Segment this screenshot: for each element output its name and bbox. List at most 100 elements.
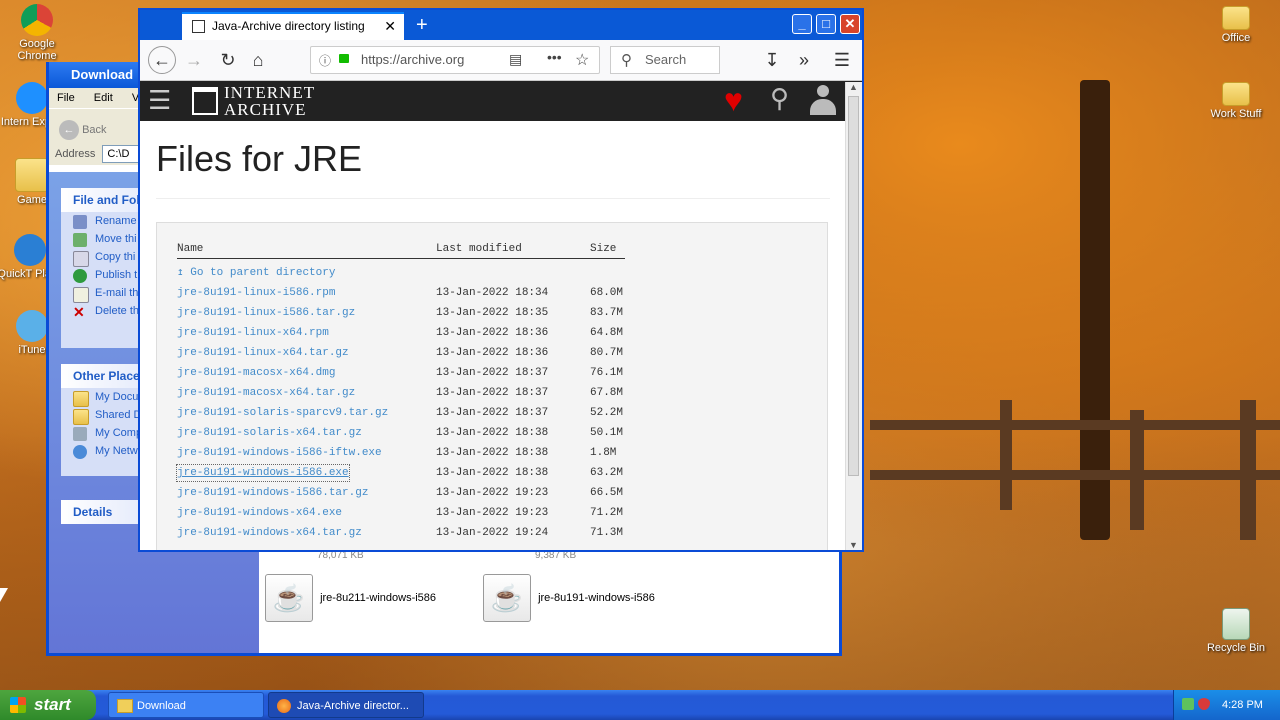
file-link[interactable]: jre-8u191-macosx-x64.tar.gz [177,385,355,401]
parent-link[interactable]: Go to parent directory [190,267,335,279]
place-label: My Netw [95,445,138,457]
taskbar-button-browser[interactable]: Java-Archive director... [268,692,424,718]
home-icon[interactable]: ⌂ [246,48,270,72]
file-item[interactable]: 78,071 KB [265,550,385,574]
overflow-chevron-icon[interactable]: » [792,48,816,72]
user-account-icon[interactable] [810,85,836,115]
file-size: 66.5M [590,487,624,499]
desktop-icon-work-stuff[interactable]: Work Stuff [1200,82,1272,120]
minimize-button[interactable]: _ [792,14,812,34]
file-name: jre-8u191-windows-i586 [538,591,655,604]
folder-icon [117,699,133,713]
search-icon: ⚲ [621,52,632,69]
file-link[interactable]: jre-8u191-windows-i586.exe [176,464,350,482]
desktop-icon-office[interactable]: Office [1200,6,1272,44]
page-actions-icon[interactable]: ••• [547,49,562,65]
file-modified: 13-Jan-2022 18:38 [436,427,549,439]
forward-arrow-icon[interactable]: → [182,48,206,72]
file-link[interactable]: jre-8u191-windows-x64.tar.gz [177,525,362,541]
network-icon [73,445,87,459]
file-size: 71.2M [590,507,624,519]
file-link[interactable]: jre-8u191-linux-i586.tar.gz [177,305,355,321]
file-link[interactable]: jre-8u191-linux-x64.rpm [177,325,329,341]
file-item[interactable]: 9,387 KB [483,550,603,574]
search-icon[interactable]: ⚲ [770,83,789,114]
file-modified: 13-Jan-2022 18:38 [436,447,549,459]
task-label: Copy thi [95,251,136,263]
back-arrow-icon[interactable]: ← [148,46,176,74]
tab-title: Java-Archive directory listing [212,19,365,33]
file-link[interactable]: jre-8u191-macosx-x64.dmg [177,365,335,381]
url-bar[interactable]: ⓘ https://archive.org ▤ ••• ☆ [310,46,600,74]
file-item[interactable]: ☕ jre-8u191-windows-i586 [483,574,693,622]
scroll-up-icon[interactable]: ▲ [849,82,858,92]
hamburger-menu-icon[interactable]: ☰ [148,85,171,116]
desktop-icon-chrome[interactable]: Google Chrome [1,4,73,62]
file-modified: 13-Jan-2022 19:24 [436,527,549,539]
task-label: Move thi [95,233,137,245]
header-underline [177,258,625,259]
lock-icon [339,54,349,63]
desktop-icon-label: Work Stuff [1210,108,1262,120]
archive-logo-icon[interactable] [192,87,218,115]
mouse-pointer-icon [0,588,8,602]
file-link[interactable]: jre-8u191-linux-x64.tar.gz [177,345,349,361]
page-content: Files for JRE Name Last modified Size ↥ … [140,120,846,550]
hamburger-menu-icon[interactable]: ☰ [830,48,854,72]
task-label: Delete th [95,305,140,317]
file-modified: 13-Jan-2022 18:37 [436,367,549,379]
file-link[interactable]: jre-8u191-windows-i586.tar.gz [177,485,368,501]
file-link[interactable]: jre-8u191-windows-x64.exe [177,505,342,521]
network-tray-icon[interactable] [1182,698,1194,710]
task-label: E-mail th [95,287,139,299]
task-label: Publish t [95,269,138,281]
java-icon: ☕ [265,574,313,622]
file-size: 80.7M [590,347,624,359]
desktop-icon-label: iTune [18,344,46,356]
folder-icon [73,409,89,425]
file-link[interactable]: jre-8u191-solaris-x64.tar.gz [177,425,362,441]
menu-file[interactable]: File [57,92,75,104]
menu-edit[interactable]: Edit [94,92,113,104]
fence-rail [870,420,1280,430]
start-button[interactable]: start [0,690,96,720]
system-tray: 4:28 PM [1173,690,1280,720]
file-size: 64.8M [590,327,624,339]
place-label: My Comp [95,427,143,439]
desktop-icon-label: Recycle Bin [1206,642,1266,654]
column-size-header[interactable]: Size [590,241,616,257]
file-item[interactable]: ☕ jre-8u211-windows-i586 [265,574,475,622]
search-box[interactable]: ⚲ Search [610,46,720,74]
taskbar-button-download[interactable]: Download [108,692,264,718]
scroll-down-icon[interactable]: ▼ [849,540,858,550]
place-label: My Docu [95,391,139,403]
file-link[interactable]: jre-8u191-windows-i586-iftw.exe [177,445,382,461]
download-icon[interactable]: ↧ [760,48,784,72]
globe-icon [73,269,87,283]
column-name-header[interactable]: Name [177,241,203,257]
tab-java-archive[interactable]: Java-Archive directory listing ✕ [182,12,404,40]
rename-icon [73,215,87,229]
quicktime-icon [14,234,46,266]
heart-donate-icon[interactable]: ♥ [724,81,743,119]
navigation-bar: ← → ↻ ⌂ ⓘ https://archive.org ▤ ••• ☆ ⚲ … [140,40,862,81]
close-window-button[interactable]: ✕ [840,14,860,34]
start-label: start [34,695,71,714]
vertical-scrollbar[interactable]: ▲ ▼ [845,82,862,550]
internet-explorer-icon [16,82,48,114]
scroll-thumb[interactable] [848,96,859,476]
file-link[interactable]: jre-8u191-solaris-sparcv9.tar.gz [177,405,388,421]
address-label: Address [55,148,96,160]
new-tab-plus-icon[interactable]: + [416,12,428,38]
column-modified-header[interactable]: Last modified [436,241,522,257]
desktop-icon-recycle-bin[interactable]: Recycle Bin [1200,608,1272,654]
bookmark-star-icon[interactable]: ☆ [575,50,589,70]
maximize-button[interactable]: □ [816,14,836,34]
reload-icon[interactable]: ↻ [216,48,240,72]
file-modified: 13-Jan-2022 18:37 [436,387,549,399]
reader-view-icon[interactable]: ▤ [509,51,522,68]
file-link[interactable]: jre-8u191-linux-i586.rpm [177,285,335,301]
shield-tray-icon[interactable] [1198,698,1210,710]
close-tab-icon[interactable]: ✕ [384,14,396,38]
back-button[interactable]: ← Back [59,120,107,140]
